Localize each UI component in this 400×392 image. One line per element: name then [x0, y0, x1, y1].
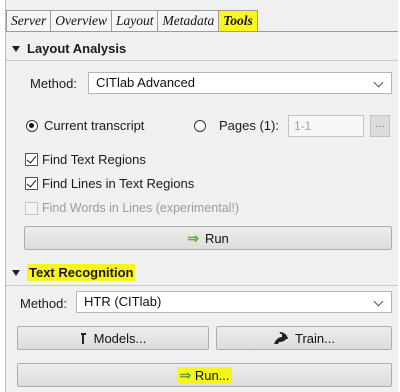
tab-server[interactable]: Server [6, 10, 51, 31]
checkbox-find-text-regions[interactable] [25, 153, 38, 166]
tab-layout[interactable]: Layout [110, 10, 158, 31]
checkbox-find-words[interactable] [25, 202, 38, 215]
checkbox-find-lines[interactable] [25, 177, 38, 190]
tab-metadata[interactable]: Metadata [157, 10, 219, 31]
tab-overview[interactable]: Overview [50, 10, 111, 31]
train-button[interactable]: Train... [216, 326, 392, 350]
la-method-value: CITlab Advanced [96, 75, 196, 90]
find-lines-label: Find Lines in Text Regions [42, 176, 195, 191]
tr-method-select[interactable]: HTR (CITlab) [76, 291, 392, 313]
tr-method-value: HTR (CITlab) [84, 294, 162, 309]
train-icon [274, 332, 288, 344]
tools-panel: Server Overview Layout Metadata Tools La… [5, 0, 398, 392]
text-recognition-header[interactable]: Text Recognition [12, 264, 136, 281]
la-run-button[interactable]: ⇒ Run [24, 226, 392, 250]
radio-current-transcript[interactable] [26, 120, 38, 132]
section-divider [6, 285, 398, 286]
models-button[interactable]: Models... [17, 326, 209, 350]
run-arrow-icon: ⇒ [187, 229, 199, 246]
tr-run-label: Run... [194, 367, 230, 383]
section-divider [6, 60, 398, 61]
tr-run-button[interactable]: ⇒ Run... [17, 363, 392, 387]
radio-pages-label: Pages (1): [219, 118, 279, 133]
models-label: Models... [93, 330, 147, 346]
layout-analysis-title: Layout Analysis [27, 41, 127, 56]
run-arrow-icon: ⇒ [179, 366, 192, 383]
la-run-label: Run [204, 230, 229, 246]
train-label: Train... [295, 330, 335, 346]
radio-pages[interactable] [194, 120, 206, 132]
tab-bar: Server Overview Layout Metadata Tools [6, 10, 258, 31]
text-recognition-title: Text Recognition [27, 264, 136, 281]
tr-run-highlight: ⇒ Run... [177, 366, 232, 384]
collapse-triangle-icon [12, 45, 20, 52]
radio-current-label: Current transcript [44, 118, 145, 133]
tab-tools[interactable]: Tools [218, 10, 258, 31]
chevron-down-icon [373, 296, 384, 307]
models-icon [80, 332, 86, 344]
layout-analysis-header[interactable]: Layout Analysis [12, 41, 126, 56]
pages-input[interactable]: 1-1 [288, 115, 364, 137]
tr-method-label: Method: [20, 296, 67, 311]
la-method-select[interactable]: CITlab Advanced [88, 72, 392, 94]
find-words-label: Find Words in Lines (experimental!) [42, 201, 240, 215]
collapse-triangle-icon [12, 269, 20, 276]
tab-divider [6, 31, 398, 32]
chevron-down-icon [373, 77, 384, 88]
pages-browse-button[interactable]: ... [370, 115, 390, 137]
la-method-label: Method: [30, 76, 77, 91]
find-text-regions-label: Find Text Regions [42, 152, 146, 167]
